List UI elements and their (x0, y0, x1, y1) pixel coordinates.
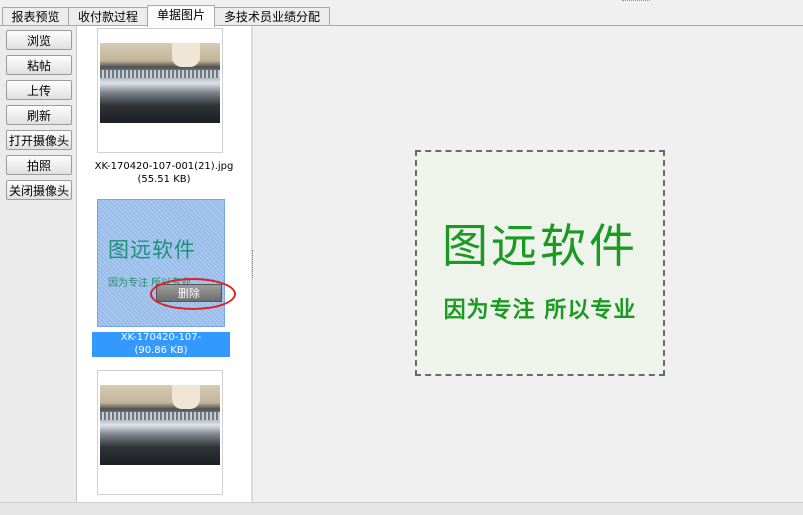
preview-image: 图远软件 因为专注 所以专业 (415, 150, 665, 376)
thumbnail-logo-title: 图远软件 (108, 238, 196, 262)
preview-logo-subtitle: 因为专注 所以专业 (443, 298, 637, 323)
open-camera-button[interactable]: 打开摄像头 (6, 130, 72, 150)
thumbnail-list[interactable]: XK-170420-107-001(21).jpg (55.51 KB) 图远软… (77, 26, 251, 502)
thumbnail-3[interactable] (97, 370, 223, 495)
browse-button[interactable]: 浏览 (6, 30, 72, 50)
close-camera-button[interactable]: 关闭摄像头 (6, 180, 72, 200)
upload-button[interactable]: 上传 (6, 80, 72, 100)
refresh-button[interactable]: 刷新 (6, 105, 72, 125)
preview-logo-title: 图远软件 (442, 219, 638, 273)
thumbnail-2-size[interactable]: (90.86 KB) (92, 345, 230, 357)
thumbnail-photo (100, 43, 220, 123)
status-bar (0, 502, 803, 515)
tab-document-images[interactable]: 单据图片 (147, 5, 215, 27)
image-preview-pane: 图远软件 因为专注 所以专业 (253, 26, 803, 502)
tab-report-preview[interactable]: 报表预览 (2, 7, 69, 26)
highlight-ring (150, 278, 236, 310)
thumbnail-photo (100, 385, 220, 465)
thumbnail-1-size: (55.51 KB) (137, 174, 191, 185)
thumbnail-1-filename: XK-170420-107-001(21).jpg (94, 161, 234, 172)
paste-button[interactable]: 粘帖 (6, 55, 72, 75)
capture-button[interactable]: 拍照 (6, 155, 72, 175)
thumbnail-2-selected[interactable]: 图远软件 因为专注 所以专业 删除 (97, 199, 236, 327)
tab-payment-process[interactable]: 收付款过程 (68, 7, 148, 26)
tab-bar: 报表预览 收付款过程 单据图片 多技术员业绩分配 (0, 0, 803, 27)
tab-technician-performance[interactable]: 多技术员业绩分配 (214, 7, 330, 26)
thumbnail-1[interactable] (97, 28, 223, 153)
image-toolbar: 浏览 粘帖 上传 刷新 打开摄像头 拍照 关闭摄像头 (0, 26, 77, 502)
drag-grip[interactable] (622, 0, 650, 4)
